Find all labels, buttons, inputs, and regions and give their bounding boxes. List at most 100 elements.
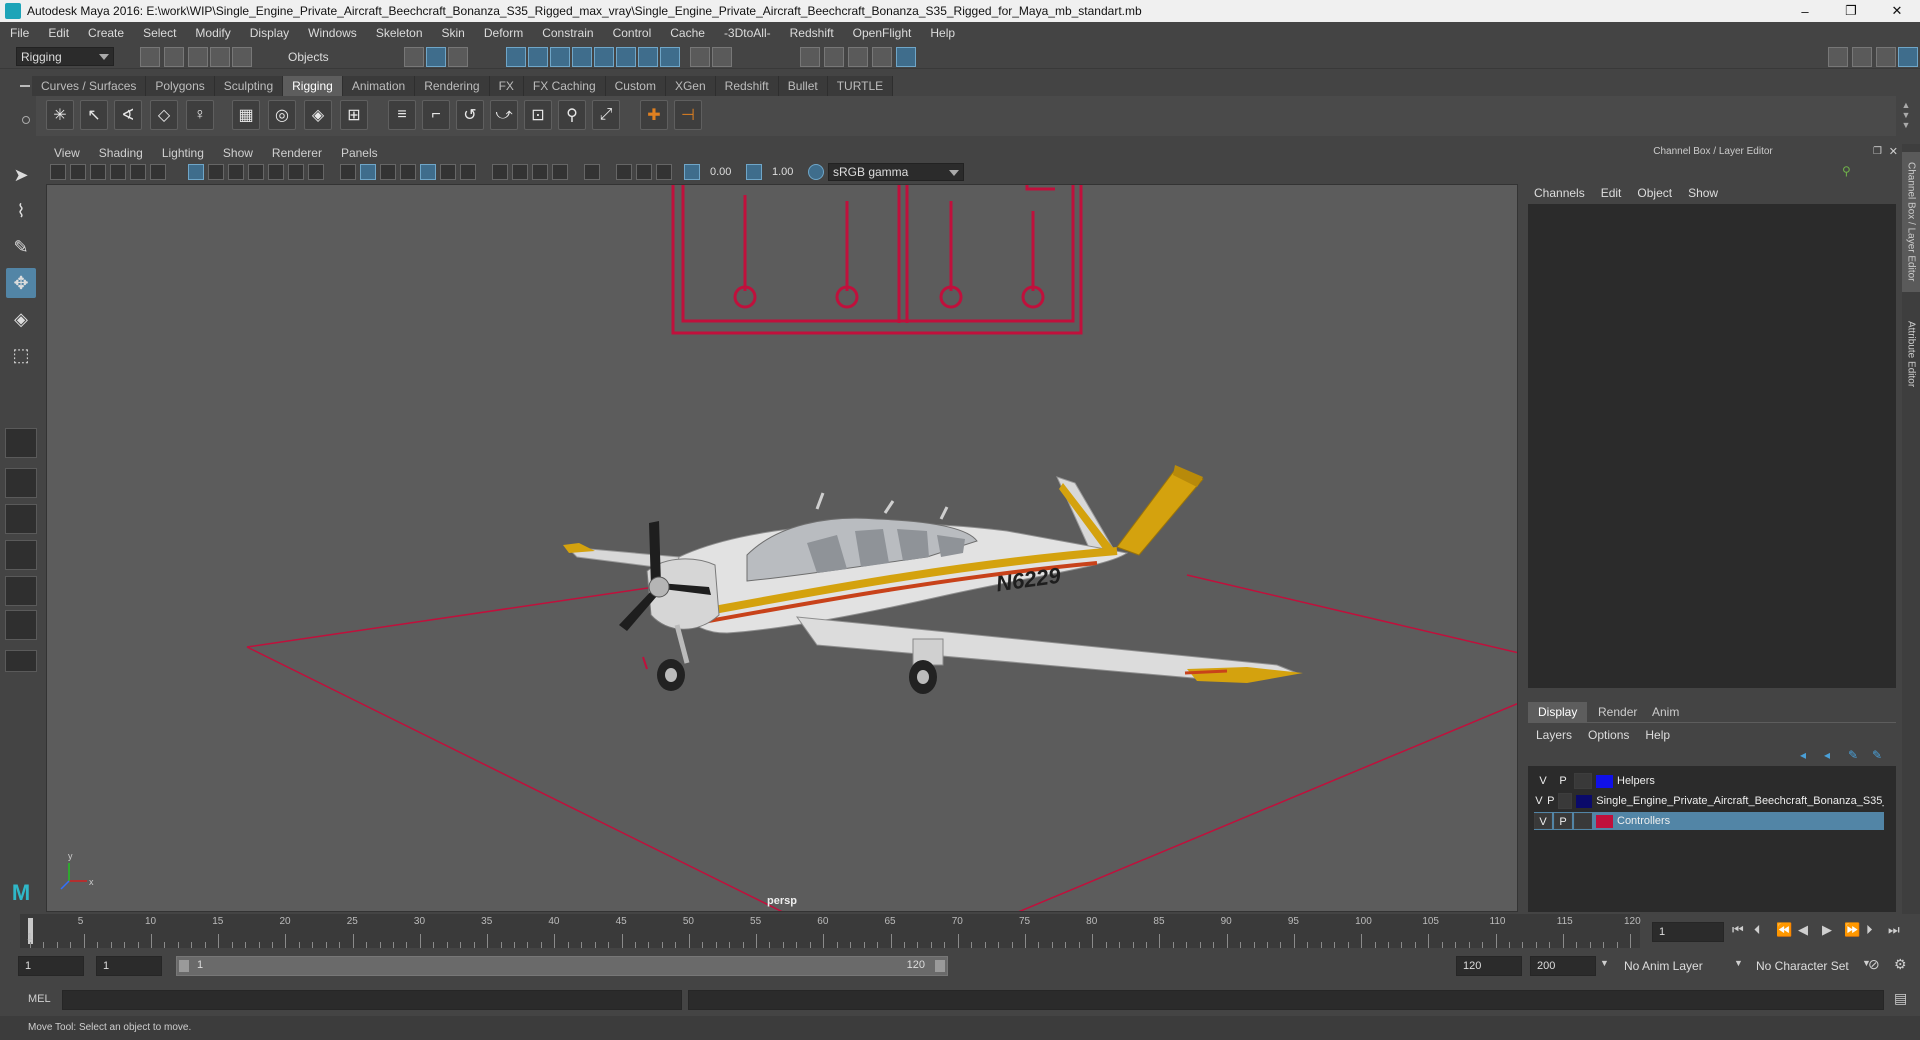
- visibility-toggle[interactable]: V: [1534, 793, 1544, 809]
- viewport-menu-lighting[interactable]: Lighting: [162, 146, 204, 160]
- lock-icon[interactable]: [690, 47, 710, 67]
- exposure-icon[interactable]: [684, 164, 700, 180]
- layer-row[interactable]: V P Helpers: [1534, 772, 1884, 790]
- modeling-toolkit-icon[interactable]: [1828, 47, 1848, 67]
- tab-anim[interactable]: Anim: [1642, 702, 1689, 722]
- new-empty-layer-icon[interactable]: ✎: [1848, 748, 1858, 762]
- select-by-hierarchy-icon[interactable]: [404, 47, 424, 67]
- ipr-render-icon[interactable]: [848, 47, 868, 67]
- open-scene-icon[interactable]: [164, 47, 184, 67]
- menu-3dtoall[interactable]: -3DtoAll-: [724, 26, 771, 40]
- menu-display[interactable]: Display: [250, 26, 289, 40]
- playback-toggle[interactable]: P: [1554, 813, 1572, 829]
- render-frame-icon[interactable]: [824, 47, 844, 67]
- shelf-tab-xgen[interactable]: XGen: [665, 76, 716, 96]
- ik-spline-icon[interactable]: ∢: [114, 100, 142, 130]
- snap-to-point-icon[interactable]: [550, 47, 570, 67]
- viewport-menu-panels[interactable]: Panels: [341, 146, 378, 160]
- close-button[interactable]: ✕: [1874, 0, 1920, 22]
- tab-render[interactable]: Render: [1588, 702, 1647, 722]
- shelf-tab-fx-caching[interactable]: FX Caching: [523, 76, 606, 96]
- attribute-editor-toggle-icon[interactable]: [1852, 47, 1872, 67]
- multisample-aa-icon[interactable]: [532, 164, 548, 180]
- symmetry-icon[interactable]: [638, 47, 658, 67]
- layer-color-swatch[interactable]: [1596, 774, 1613, 788]
- disconnect-joint-icon[interactable]: ⤢: [592, 100, 620, 130]
- channels-menu[interactable]: Channels: [1534, 186, 1585, 200]
- options-menu[interactable]: Options: [1588, 728, 1629, 742]
- wireframe-on-shaded-icon[interactable]: [380, 164, 396, 180]
- move-layer-down-icon[interactable]: ◂: [1824, 748, 1830, 762]
- selection-mode-dropdown[interactable]: Objects: [284, 47, 380, 66]
- perspective-viewport[interactable]: y x N6229 persp: [46, 184, 1518, 912]
- maximize-button[interactable]: ❐: [1828, 0, 1874, 22]
- menu-file[interactable]: File: [10, 26, 29, 40]
- menu-windows[interactable]: Windows: [308, 26, 357, 40]
- menu-control[interactable]: Control: [613, 26, 652, 40]
- display-type-toggle[interactable]: [1557, 793, 1572, 809]
- make-live-icon[interactable]: [616, 47, 636, 67]
- input-ops-icon[interactable]: [712, 47, 732, 67]
- four-view-layout-icon[interactable]: [5, 468, 37, 498]
- playback-end-field[interactable]: 120: [1456, 956, 1522, 976]
- time-slider[interactable]: 1 5 10 15 20 25 30 35 40 45 50 55 60 65 70 75 80 85 90 95 1…: [20, 914, 1641, 948]
- side-tab-channel-box[interactable]: Channel Box / Layer Editor: [1902, 152, 1920, 292]
- lattice-icon[interactable]: ▦: [232, 100, 260, 130]
- play-backwards-icon[interactable]: ◀: [1798, 922, 1808, 938]
- safe-title-icon[interactable]: [308, 164, 324, 180]
- menu-constrain[interactable]: Constrain: [542, 26, 593, 40]
- parent-constraint-icon[interactable]: ⊣: [674, 100, 702, 130]
- exposure-field[interactable]: 0.00: [704, 163, 744, 183]
- channel-box-toggle-icon[interactable]: [1898, 47, 1918, 67]
- side-tab-attribute-editor[interactable]: Attribute Editor: [1902, 304, 1920, 404]
- anim-layer-dropdown[interactable]: No Anim Layer: [1620, 956, 1746, 976]
- gamma-icon[interactable]: [746, 164, 762, 180]
- orient-joint-icon[interactable]: ↺: [456, 100, 484, 130]
- xray-joints-icon[interactable]: [656, 164, 672, 180]
- menu-modify[interactable]: Modify: [195, 26, 230, 40]
- viewport-menu-renderer[interactable]: Renderer: [272, 146, 322, 160]
- lasso-tool-icon[interactable]: ⌇: [6, 196, 36, 226]
- snap-to-curve-icon[interactable]: [528, 47, 548, 67]
- hypershade-icon[interactable]: [896, 47, 916, 67]
- display-type-toggle[interactable]: [1574, 813, 1592, 829]
- mirror-joint-icon[interactable]: ⌐: [422, 100, 450, 130]
- shelf-tab-curves-surfaces[interactable]: Curves / Surfaces: [32, 76, 147, 96]
- range-start-handle[interactable]: [179, 960, 189, 972]
- point-constraint-icon[interactable]: ✚: [640, 100, 668, 130]
- wrap-icon[interactable]: ◈: [304, 100, 332, 130]
- shelf-tab-fx[interactable]: FX: [489, 76, 524, 96]
- save-scene-icon[interactable]: [188, 47, 208, 67]
- menu-create[interactable]: Create: [88, 26, 124, 40]
- new-layer-from-selection-icon[interactable]: ✎: [1872, 748, 1882, 762]
- grid-icon[interactable]: [188, 164, 204, 180]
- select-camera-icon[interactable]: [50, 164, 66, 180]
- scale-tool-icon[interactable]: ⬚: [6, 340, 36, 370]
- select-tool-icon[interactable]: ➤: [6, 160, 36, 190]
- shelf-menu-icon[interactable]: [20, 78, 32, 94]
- playback-toggle[interactable]: P: [1554, 773, 1572, 789]
- viewport-menu-view[interactable]: View: [54, 146, 80, 160]
- new-scene-icon[interactable]: [140, 47, 160, 67]
- menu-cache[interactable]: Cache: [670, 26, 705, 40]
- animation-preferences-icon[interactable]: ⚙: [1894, 956, 1907, 973]
- menu-skin[interactable]: Skin: [442, 26, 465, 40]
- remove-joint-icon[interactable]: ⊡: [524, 100, 552, 130]
- shelf-tab-rendering[interactable]: Rendering: [415, 76, 490, 96]
- range-end-handle[interactable]: [935, 960, 945, 972]
- custom-layout-icon[interactable]: [5, 650, 37, 672]
- character-controls-icon[interactable]: ♀: [186, 100, 214, 130]
- shelf-tab-custom[interactable]: Custom: [605, 76, 666, 96]
- menu-skeleton[interactable]: Skeleton: [376, 26, 423, 40]
- gate-mask-icon[interactable]: [248, 164, 264, 180]
- grease-pencil-icon[interactable]: [150, 164, 166, 180]
- character-set-dropdown[interactable]: No Character Set: [1752, 956, 1864, 976]
- shelf-scroll-icon[interactable]: ▲ ▼ ▼: [1900, 100, 1912, 130]
- menu-deform[interactable]: Deform: [484, 26, 523, 40]
- xray-icon[interactable]: [616, 164, 632, 180]
- menu-openflight[interactable]: OpenFlight: [853, 26, 912, 40]
- isolate-select-icon[interactable]: [584, 164, 600, 180]
- animation-end-field[interactable]: 200: [1530, 956, 1596, 976]
- undo-icon[interactable]: [210, 47, 230, 67]
- camera-attributes-icon[interactable]: [70, 164, 86, 180]
